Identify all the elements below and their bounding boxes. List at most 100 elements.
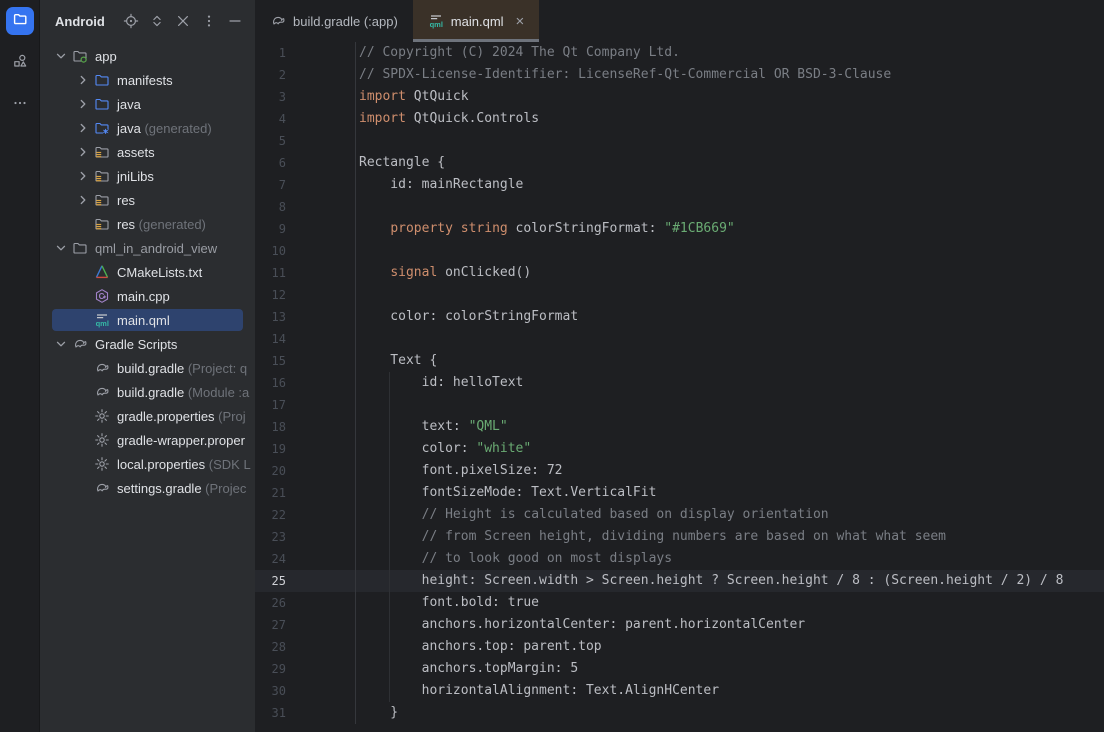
code-line-text[interactable]: [355, 284, 1104, 306]
tab-main-qml[interactable]: qmlmain.qml×: [413, 0, 540, 42]
code-line-text[interactable]: }: [355, 702, 1104, 724]
code-editor[interactable]: 1 // Copyright (C) 2024 The Qt Company Lt…: [255, 42, 1104, 732]
code-line-text[interactable]: font.bold: true: [355, 592, 1104, 614]
line-number[interactable]: 13: [255, 306, 286, 328]
line-number[interactable]: 2: [255, 64, 286, 86]
code-line-text[interactable]: horizontalAlignment: Text.AlignHCenter: [355, 680, 1104, 702]
code-line-text[interactable]: Text {: [355, 350, 1104, 372]
code-line-text[interactable]: color: colorStringFormat: [355, 306, 1104, 328]
close-icon[interactable]: ×: [516, 14, 525, 29]
tree-item-local-properties[interactable]: local.properties (SDK L: [40, 452, 255, 476]
line-number[interactable]: 28: [255, 636, 286, 658]
code-line-text[interactable]: [355, 240, 1104, 262]
code-line-text[interactable]: fontSizeMode: Text.VerticalFit: [355, 482, 1104, 504]
line-number[interactable]: 17: [255, 394, 286, 416]
line-number[interactable]: 14: [255, 328, 286, 350]
code-line-text[interactable]: [355, 130, 1104, 152]
tree-item-build-gradle[interactable]: build.gradle (Module :a: [40, 380, 255, 404]
code-line-text[interactable]: // Height is calculated based on display…: [355, 504, 1104, 526]
line-number[interactable]: 26: [255, 592, 286, 614]
code-line-text[interactable]: signal onClicked(): [355, 262, 1104, 284]
target-icon[interactable]: [123, 13, 139, 29]
tree-item-java[interactable]: java (generated): [40, 116, 255, 140]
minimize-icon[interactable]: [227, 13, 243, 29]
line-number[interactable]: 12: [255, 284, 286, 306]
code-line-text[interactable]: id: helloText: [355, 372, 1104, 394]
shapes-button[interactable]: [6, 49, 34, 77]
line-number[interactable]: 10: [255, 240, 286, 262]
code-line-text[interactable]: // Copyright (C) 2024 The Qt Company Ltd…: [355, 42, 1104, 64]
line-number[interactable]: 22: [255, 504, 286, 526]
tab-build-gradle-app-[interactable]: build.gradle (:app): [255, 0, 413, 42]
code-line-text[interactable]: anchors.horizontalCenter: parent.horizon…: [355, 614, 1104, 636]
code-line-text[interactable]: anchors.top: parent.top: [355, 636, 1104, 658]
line-number[interactable]: 8: [255, 196, 286, 218]
code-line-text[interactable]: id: mainRectangle: [355, 174, 1104, 196]
tree-item-main-qml[interactable]: qmlmain.qml: [40, 308, 255, 332]
tree-item-res[interactable]: res: [40, 188, 255, 212]
chevron-right-icon[interactable]: [72, 168, 94, 184]
chevron-right-icon[interactable]: [72, 96, 94, 112]
code-line-text[interactable]: // from Screen height, dividing numbers …: [355, 526, 1104, 548]
line-number[interactable]: 24: [255, 548, 286, 570]
code-line-text[interactable]: color: "white": [355, 438, 1104, 460]
code-line-text[interactable]: anchors.topMargin: 5: [355, 658, 1104, 680]
line-number[interactable]: 25: [255, 570, 286, 592]
line-number[interactable]: 6: [255, 152, 286, 174]
chevron-right-icon[interactable]: [72, 120, 94, 136]
line-number[interactable]: 11: [255, 262, 286, 284]
code-line-text[interactable]: height: Screen.width > Screen.height ? S…: [355, 570, 1104, 592]
code-line-text[interactable]: [355, 196, 1104, 218]
tree-item-res[interactable]: res (generated): [40, 212, 255, 236]
tree-item-main-cpp[interactable]: Cmain.cpp: [40, 284, 255, 308]
tree-item-manifests[interactable]: manifests: [40, 68, 255, 92]
line-number[interactable]: 23: [255, 526, 286, 548]
tree-item-gradle-scripts[interactable]: Gradle Scripts: [40, 332, 255, 356]
tree-item-cmakelists-txt[interactable]: CMakeLists.txt: [40, 260, 255, 284]
code-line-text[interactable]: Rectangle {: [355, 152, 1104, 174]
tree-item-java[interactable]: java: [40, 92, 255, 116]
line-number[interactable]: 31: [255, 702, 286, 724]
tree-item-jnilibs[interactable]: jniLibs: [40, 164, 255, 188]
line-number[interactable]: 21: [255, 482, 286, 504]
tree-item-qml-in-android-view[interactable]: qml_in_android_view: [40, 236, 255, 260]
line-number[interactable]: 20: [255, 460, 286, 482]
code-line-text[interactable]: [355, 394, 1104, 416]
tree-item-assets[interactable]: assets: [40, 140, 255, 164]
chevron-down-icon[interactable]: [50, 48, 72, 64]
tree-item-settings-gradle[interactable]: settings.gradle (Projec: [40, 476, 255, 500]
tree-item-build-gradle[interactable]: build.gradle (Project: q: [40, 356, 255, 380]
code-line-text[interactable]: import QtQuick.Controls: [355, 108, 1104, 130]
code-line-text[interactable]: // SPDX-License-Identifier: LicenseRef-Q…: [355, 64, 1104, 86]
line-number[interactable]: 15: [255, 350, 286, 372]
chevron-down-icon[interactable]: [50, 240, 72, 256]
line-number[interactable]: 5: [255, 130, 286, 152]
expand-all-icon[interactable]: [149, 13, 165, 29]
collapse-all-icon[interactable]: [175, 13, 191, 29]
chevron-right-icon[interactable]: [72, 192, 94, 208]
tree-item-app[interactable]: app: [40, 44, 255, 68]
project-view-selector[interactable]: Android: [55, 14, 105, 29]
chevron-right-icon[interactable]: [72, 72, 94, 88]
line-number[interactable]: 16: [255, 372, 286, 394]
line-number[interactable]: 27: [255, 614, 286, 636]
kebab-menu-icon[interactable]: [201, 13, 217, 29]
project-folder-button[interactable]: [6, 7, 34, 35]
chevron-down-icon[interactable]: [50, 336, 72, 352]
line-number[interactable]: 1: [255, 42, 286, 64]
line-number[interactable]: 30: [255, 680, 286, 702]
chevron-right-icon[interactable]: [72, 144, 94, 160]
line-number[interactable]: 4: [255, 108, 286, 130]
line-number[interactable]: 19: [255, 438, 286, 460]
line-number[interactable]: 7: [255, 174, 286, 196]
code-line-text[interactable]: import QtQuick: [355, 86, 1104, 108]
code-line-text[interactable]: font.pixelSize: 72: [355, 460, 1104, 482]
tree-item-gradle-wrapper-proper[interactable]: gradle-wrapper.proper: [40, 428, 255, 452]
code-line-text[interactable]: property string colorStringFormat: "#1CB…: [355, 218, 1104, 240]
tree-item-gradle-properties[interactable]: gradle.properties (Proj: [40, 404, 255, 428]
more-horizontal-button[interactable]: [6, 91, 34, 119]
code-line-text[interactable]: // to look good on most displays: [355, 548, 1104, 570]
line-number[interactable]: 18: [255, 416, 286, 438]
line-number[interactable]: 29: [255, 658, 286, 680]
code-line-text[interactable]: text: "QML": [355, 416, 1104, 438]
